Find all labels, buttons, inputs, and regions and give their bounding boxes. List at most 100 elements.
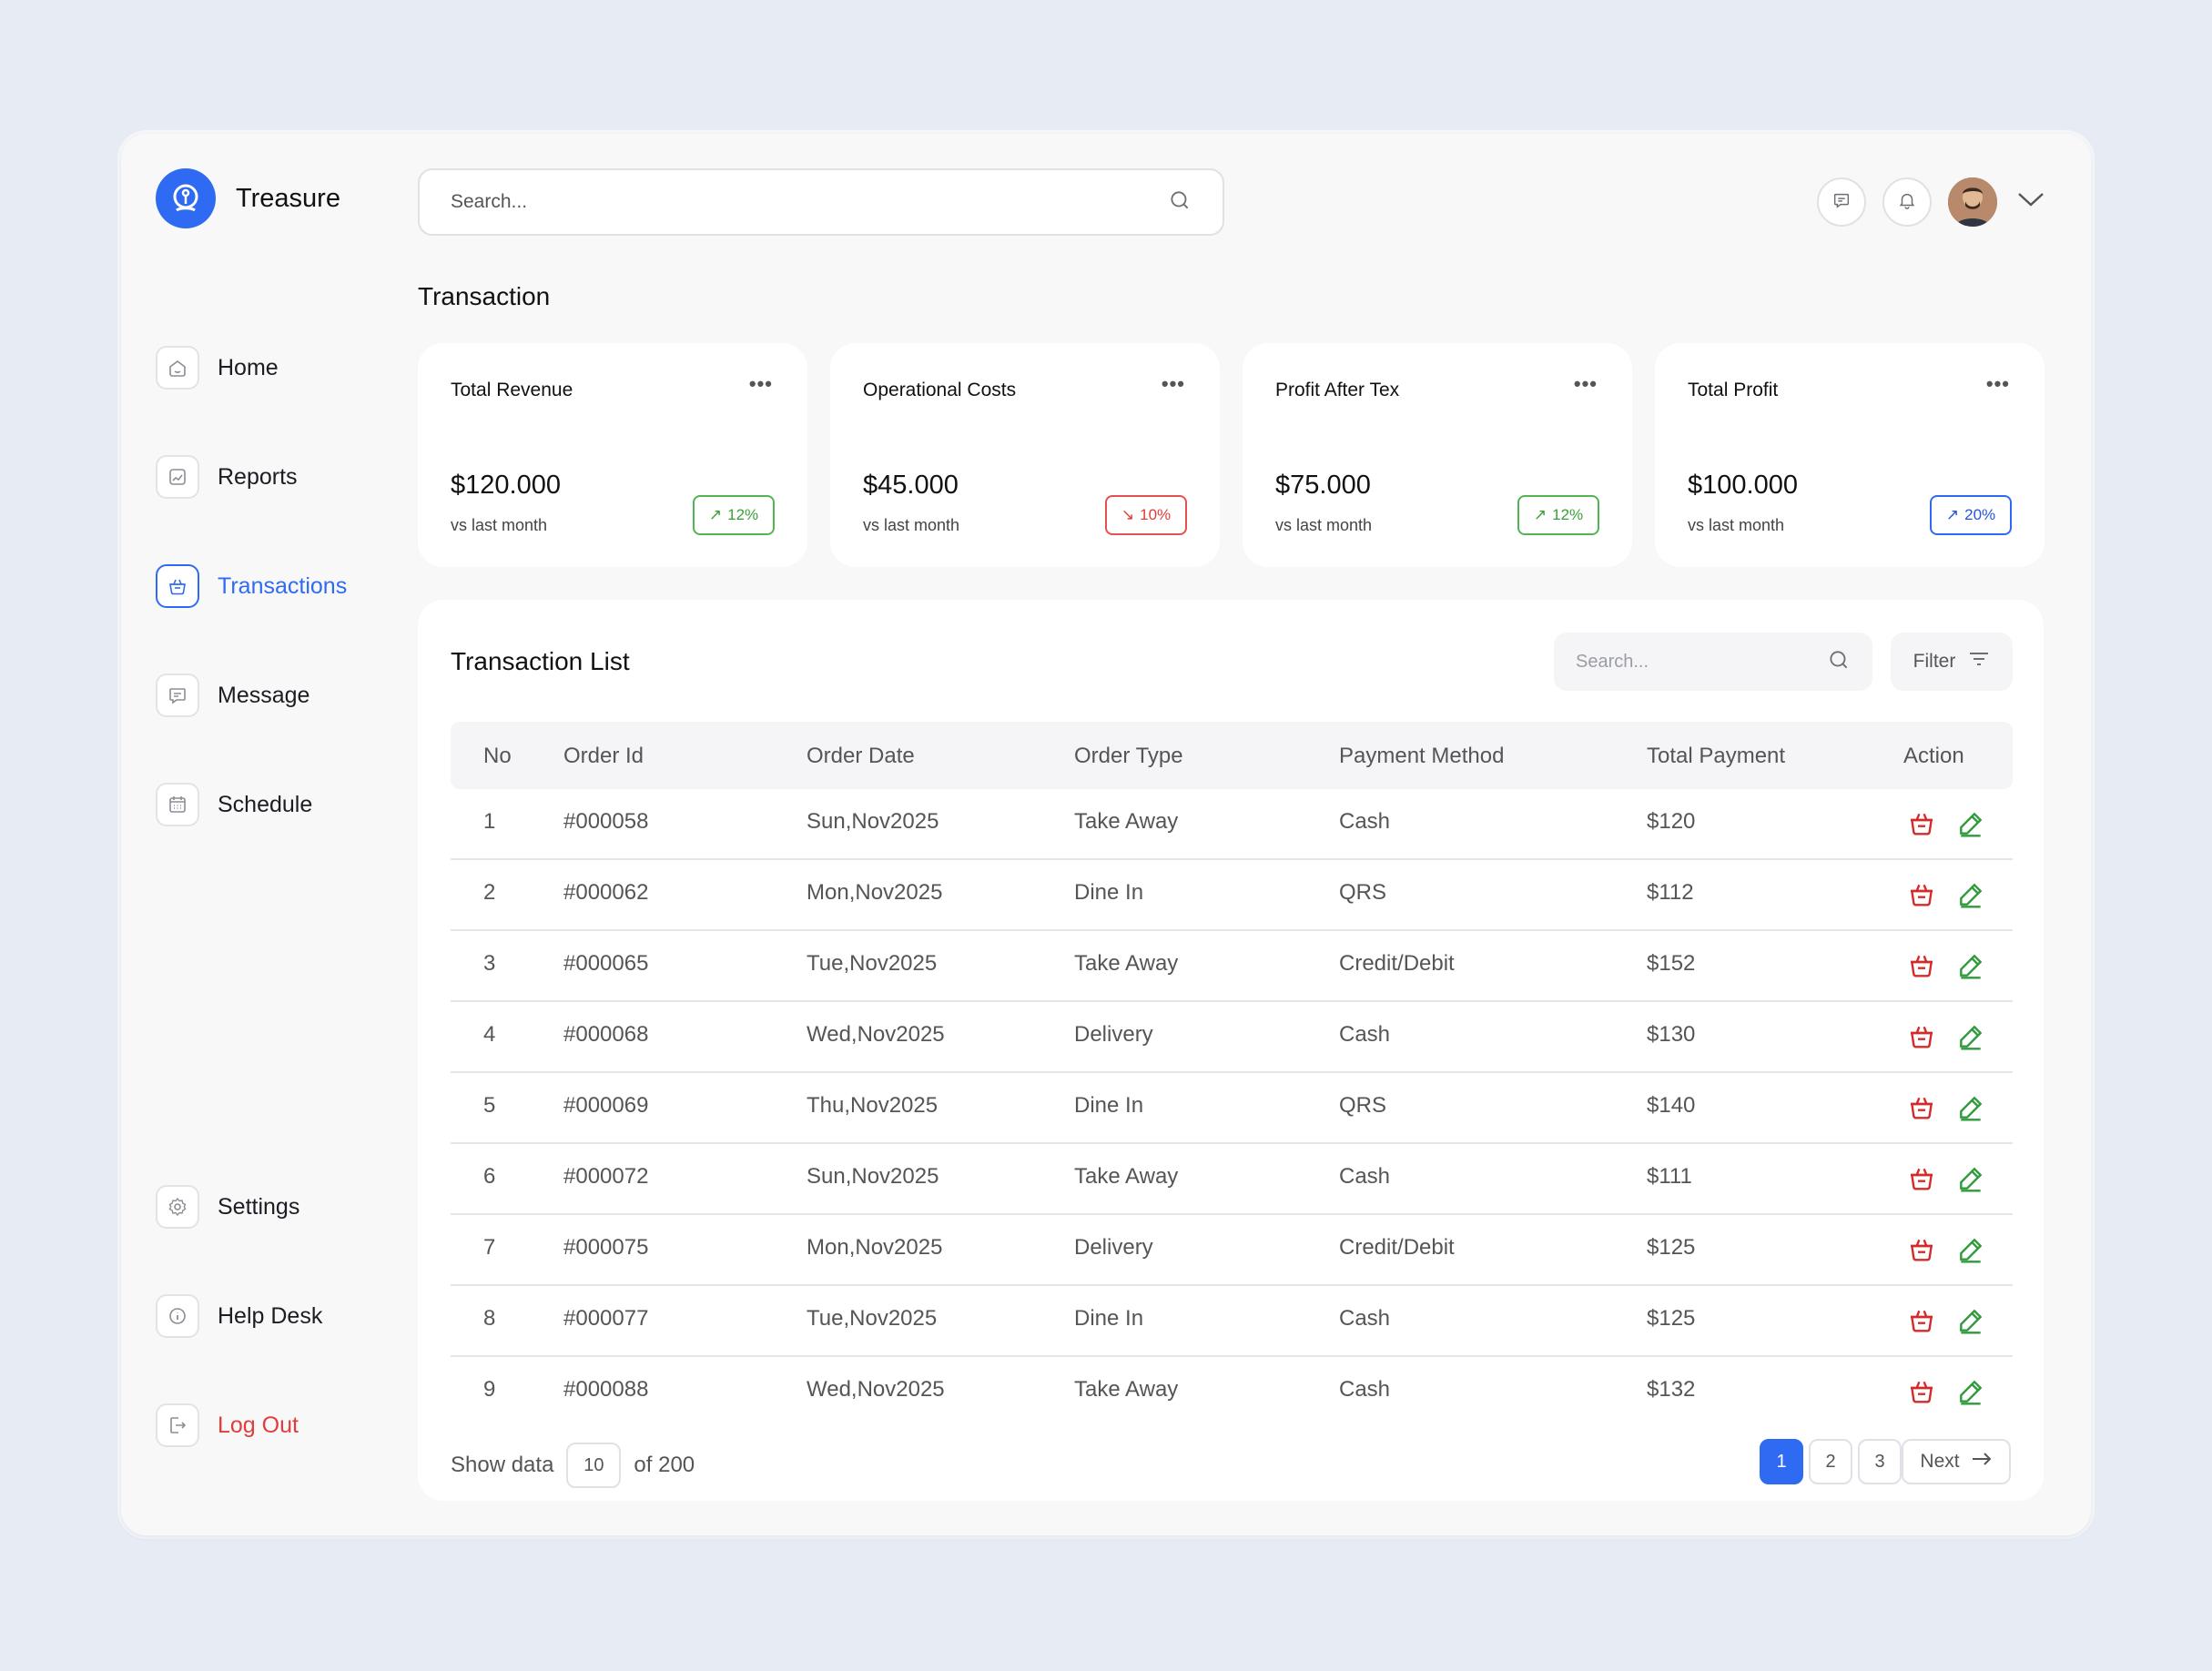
- edit-icon[interactable]: [1956, 1164, 1985, 1193]
- delete-icon[interactable]: [1907, 880, 1936, 909]
- cell-order-id: #000069: [563, 1093, 649, 1118]
- table-row[interactable]: 4 #000068 Wed,Nov2025 Delivery Cash $130: [451, 1002, 2013, 1073]
- message-icon: [1831, 190, 1852, 215]
- app-logo[interactable]: Treasure: [156, 168, 340, 228]
- chevron-down-icon[interactable]: [2016, 190, 2045, 213]
- cell-no: 9: [483, 1377, 496, 1402]
- transaction-list-panel: Transaction List Filter No Order Id Orde…: [418, 600, 2044, 1501]
- edit-icon[interactable]: [1956, 1306, 1985, 1335]
- cell-order-date: Tue,Nov2025: [807, 1306, 938, 1331]
- filter-button[interactable]: Filter: [1891, 633, 2013, 691]
- column-header: Order Type: [1074, 744, 1183, 768]
- list-search[interactable]: [1554, 633, 1872, 691]
- logout-icon: [156, 1403, 199, 1447]
- show-data-label: Show data: [451, 1453, 554, 1477]
- more-icon[interactable]: •••: [749, 374, 773, 394]
- sidebar-item-settings[interactable]: Settings: [156, 1185, 299, 1229]
- edit-icon[interactable]: [1956, 809, 1985, 838]
- delete-icon[interactable]: [1907, 1306, 1936, 1335]
- edit-icon[interactable]: [1956, 1235, 1985, 1264]
- table-row[interactable]: 5 #000069 Thu,Nov2025 Dine In QRS $140: [451, 1073, 2013, 1144]
- cell-total-payment: $125: [1647, 1306, 1696, 1331]
- table-row[interactable]: 3 #000065 Tue,Nov2025 Take Away Credit/Debit…: [451, 931, 2013, 1002]
- sidebar-item-label: Help Desk: [218, 1302, 323, 1329]
- cell-total-payment: $132: [1647, 1377, 1696, 1402]
- cell-order-type: Delivery: [1074, 1235, 1153, 1260]
- cell-order-id: #000062: [563, 880, 649, 905]
- delete-icon[interactable]: [1907, 1093, 1936, 1122]
- sidebar-item-label: Home: [218, 354, 279, 380]
- cell-order-id: #000068: [563, 1022, 649, 1047]
- notifications-button[interactable]: [1882, 177, 1932, 227]
- edit-icon[interactable]: [1956, 951, 1985, 980]
- cell-total-payment: $140: [1647, 1093, 1696, 1118]
- page-button-1[interactable]: 1: [1760, 1439, 1803, 1484]
- search-icon[interactable]: [1168, 188, 1192, 217]
- sidebar-item-help-desk[interactable]: Help Desk: [156, 1294, 322, 1338]
- sidebar-item-message[interactable]: Message: [156, 673, 309, 717]
- card-title: Total Profit: [1688, 380, 1779, 400]
- more-icon[interactable]: •••: [1162, 374, 1185, 394]
- card-title: Profit After Tex: [1275, 380, 1400, 400]
- edit-icon[interactable]: [1956, 1377, 1985, 1406]
- messages-button[interactable]: [1817, 177, 1866, 227]
- edit-icon[interactable]: [1956, 880, 1985, 909]
- filter-label: Filter: [1913, 651, 1956, 672]
- cell-no: 2: [483, 880, 496, 905]
- reports-icon: [156, 455, 199, 499]
- edit-icon[interactable]: [1956, 1093, 1985, 1122]
- card-title: Operational Costs: [863, 380, 1017, 400]
- more-icon[interactable]: •••: [1986, 374, 2010, 394]
- table-row[interactable]: 6 #000072 Sun,Nov2025 Take Away Cash $111: [451, 1144, 2013, 1215]
- sidebar-item-label: Schedule: [218, 791, 313, 817]
- sidebar-item-schedule[interactable]: Schedule: [156, 783, 312, 826]
- search-icon[interactable]: [1827, 648, 1851, 676]
- table-row[interactable]: 2 #000062 Mon,Nov2025 Dine In QRS $112: [451, 860, 2013, 931]
- search-input[interactable]: [451, 191, 1142, 213]
- avatar[interactable]: [1948, 177, 1997, 227]
- delete-icon[interactable]: [1907, 951, 1936, 980]
- cell-order-type: Take Away: [1074, 809, 1179, 834]
- table-row[interactable]: 9 #000088 Wed,Nov2025 Take Away Cash $132: [451, 1357, 2013, 1428]
- sidebar-item-reports[interactable]: Reports: [156, 455, 298, 499]
- sidebar-item-logout[interactable]: Log Out: [156, 1403, 299, 1447]
- cell-no: 3: [483, 951, 496, 976]
- cell-payment-method: QRS: [1339, 1093, 1387, 1118]
- more-icon[interactable]: •••: [1574, 374, 1598, 394]
- page-size-select[interactable]: 10: [566, 1443, 622, 1488]
- cell-order-date: Tue,Nov2025: [807, 951, 938, 976]
- edit-icon[interactable]: [1956, 1022, 1985, 1051]
- cell-order-date: Thu,Nov2025: [807, 1093, 939, 1118]
- sidebar-item-label: Settings: [218, 1193, 300, 1220]
- page-button-3[interactable]: 3: [1858, 1439, 1902, 1484]
- list-search-input[interactable]: [1576, 651, 1821, 673]
- card-value: $75.000: [1275, 471, 1371, 500]
- card-value: $120.000: [451, 471, 561, 500]
- table-row[interactable]: 7 #000075 Mon,Nov2025 Delivery Credit/Debit $…: [451, 1215, 2013, 1286]
- sidebar-item-label: Reports: [218, 463, 298, 490]
- delete-icon[interactable]: [1907, 1377, 1936, 1406]
- info-icon: [156, 1294, 199, 1338]
- delete-icon[interactable]: [1907, 1235, 1936, 1264]
- sidebar-item-home[interactable]: Home: [156, 346, 279, 390]
- card-subtitle: vs last month: [451, 516, 548, 534]
- page-button-2[interactable]: 2: [1809, 1439, 1852, 1484]
- app-window: Treasure Home Reports Transactions Messa…: [121, 134, 2091, 1535]
- message-icon: [156, 673, 199, 717]
- total-label: of 200: [634, 1453, 695, 1477]
- table-row[interactable]: 8 #000077 Tue,Nov2025 Dine In Cash $125: [451, 1286, 2013, 1357]
- delete-icon[interactable]: [1907, 809, 1936, 838]
- global-search[interactable]: [418, 168, 1224, 236]
- cell-order-date: Wed,Nov2025: [807, 1022, 945, 1047]
- cell-total-payment: $120: [1647, 809, 1696, 834]
- delete-icon[interactable]: [1907, 1022, 1936, 1051]
- sidebar-item-transactions[interactable]: Transactions: [156, 564, 347, 608]
- card-subtitle: vs last month: [863, 516, 960, 534]
- change-badge: ↗ 12%: [1517, 495, 1599, 535]
- next-page-button[interactable]: Next: [1902, 1439, 2011, 1484]
- sidebar-item-label: Transactions: [218, 572, 348, 599]
- delete-icon[interactable]: [1907, 1164, 1936, 1193]
- cell-total-payment: $111: [1647, 1164, 1692, 1189]
- table-row[interactable]: 1 #000058 Sun,Nov2025 Take Away Cash $120: [451, 789, 2013, 860]
- stat-card-total-revenue: Total Revenue ••• $120.000 vs last month…: [418, 343, 807, 567]
